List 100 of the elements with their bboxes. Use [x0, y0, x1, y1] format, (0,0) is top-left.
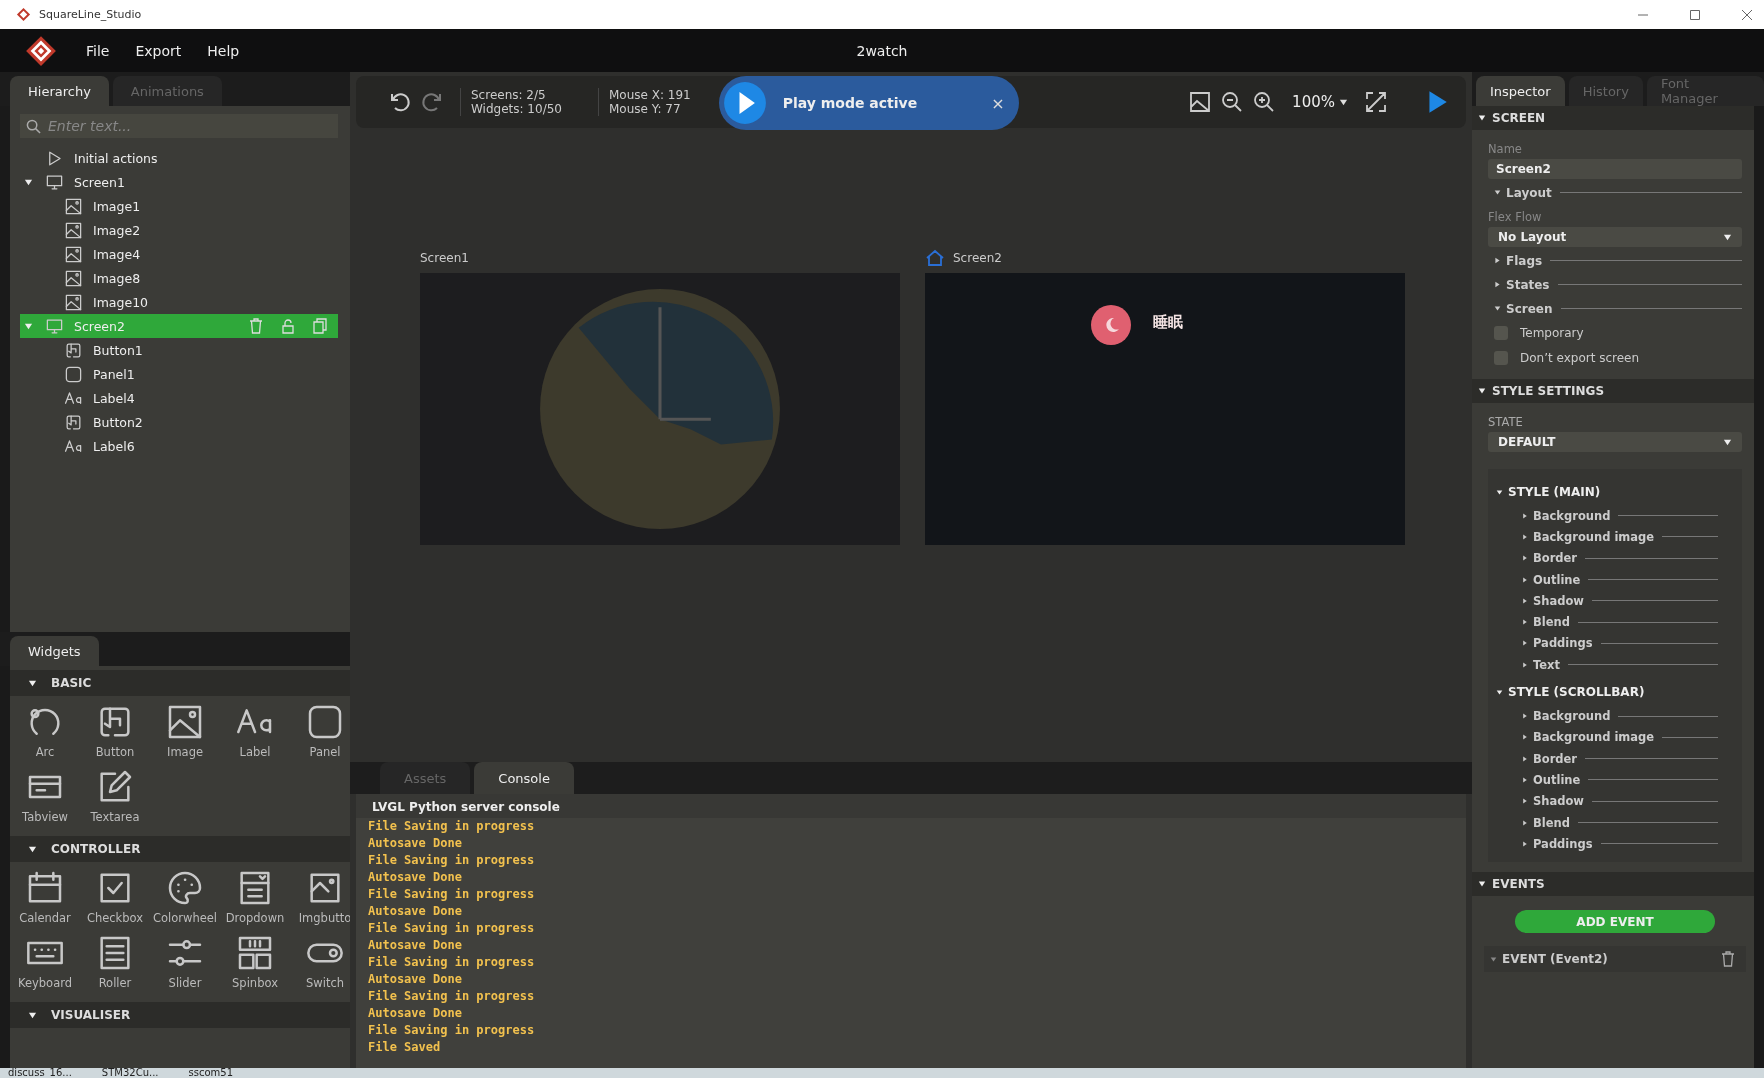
zoom-dropdown[interactable]: 100% — [1292, 93, 1348, 111]
style-property[interactable]: Blend — [1496, 611, 1718, 633]
tree-item[interactable]: Label6 — [20, 434, 338, 458]
console-line: File Saving in progress — [368, 818, 536, 835]
style-property[interactable]: Background image — [1496, 526, 1718, 548]
section-header[interactable]: STYLE SETTINGS — [1472, 379, 1754, 403]
widget-tile[interactable]: Spinbox — [224, 933, 286, 990]
image-icon — [64, 244, 83, 264]
group-header[interactable]: STYLE (MAIN) — [1496, 479, 1718, 505]
tree-item[interactable]: Image10 — [20, 290, 338, 314]
menu-item[interactable]: Export — [135, 42, 182, 59]
group-header[interactable]: Layout — [1488, 182, 1742, 203]
style-property[interactable]: Outline — [1496, 769, 1718, 791]
panel-tab[interactable]: Hierarchy — [10, 76, 109, 106]
menu-item[interactable]: File — [86, 42, 110, 59]
search-icon — [26, 119, 41, 134]
section-header[interactable]: CONTROLLER — [10, 836, 350, 862]
style-property[interactable]: Paddings — [1496, 833, 1718, 855]
checkbox[interactable] — [1494, 351, 1508, 365]
widget-tile[interactable]: Switch — [294, 933, 350, 990]
style-property[interactable]: Paddings — [1496, 632, 1718, 655]
close-icon[interactable] — [1742, 9, 1752, 20]
tree-item[interactable]: Button2 — [20, 410, 338, 434]
taskbar-item[interactable]: discuss_16... — [8, 1068, 72, 1078]
undo-icon[interactable] — [388, 90, 412, 114]
tree-item[interactable]: Label4 — [20, 386, 338, 410]
toast-close-button[interactable]: × — [991, 93, 1005, 113]
panel-tab[interactable]: Console — [474, 762, 574, 794]
widget-tile[interactable]: Arc — [14, 702, 76, 759]
expand-arrow-icon — [1522, 840, 1528, 847]
widget-tile[interactable]: Slider — [154, 933, 216, 990]
expand-arrow-icon — [1490, 955, 1497, 963]
section-header[interactable]: EVENTS — [1472, 872, 1754, 897]
tree-item[interactable]: Button1 — [20, 338, 338, 362]
widget-tile[interactable]: Textarea — [84, 767, 146, 824]
style-property[interactable]: Background — [1496, 705, 1718, 727]
widget-tile[interactable]: Tabview — [14, 767, 76, 824]
redo-icon[interactable] — [420, 90, 444, 114]
group-header[interactable]: STYLE (SCROLLBAR) — [1496, 679, 1718, 706]
style-property[interactable]: Shadow — [1496, 590, 1718, 612]
widget-tile[interactable]: Roller — [84, 933, 146, 990]
field-label: STATE — [1488, 415, 1524, 429]
expand-arrow-icon — [1494, 257, 1501, 264]
tree-item[interactable]: Panel1 — [20, 362, 338, 386]
taskbar-item[interactable]: sscom51 — [188, 1068, 234, 1078]
style-property[interactable]: Border — [1496, 547, 1718, 569]
console-line: Autosave Done — [368, 937, 463, 954]
flex-flow-dropdown[interactable]: No Layout — [1488, 227, 1742, 247]
style-property[interactable]: Background — [1496, 505, 1718, 527]
expand-arrow-icon — [1522, 597, 1528, 604]
fit-screen-icon[interactable] — [1364, 90, 1388, 114]
state-dropdown[interactable]: DEFAULT — [1488, 432, 1742, 452]
moon-button-icon[interactable] — [1091, 305, 1131, 345]
console-title: LVGL Python server console — [356, 794, 1466, 818]
screen-title: Screen1 — [420, 251, 469, 265]
tree-item[interactable]: Image4 — [20, 242, 338, 266]
widget-tile[interactable]: Label — [224, 702, 286, 759]
widget-tile[interactable]: Calendar — [14, 868, 76, 925]
event-row[interactable]: EVENT (Event2) — [1484, 946, 1746, 973]
style-property[interactable]: Outline — [1496, 568, 1718, 591]
section-header[interactable]: VISUALISER — [10, 1002, 350, 1028]
style-property[interactable]: Background image — [1496, 726, 1718, 748]
image-icon[interactable] — [1188, 90, 1213, 114]
style-property[interactable]: Blend — [1496, 811, 1718, 834]
tree-item[interactable]: Image2 — [20, 218, 338, 242]
console-line: File Saving in progress — [368, 920, 536, 937]
trash-icon[interactable] — [1720, 951, 1736, 968]
expand-arrow-icon — [1522, 555, 1528, 562]
section-header[interactable]: BASIC — [10, 670, 350, 696]
style-property[interactable]: Text — [1496, 654, 1718, 676]
expand-arrow-icon[interactable] — [24, 177, 33, 187]
widget-tile[interactable]: Colorwheel — [154, 868, 216, 925]
section-header[interactable]: SCREEN — [1472, 106, 1754, 130]
tree-item[interactable]: Initial actions — [20, 146, 338, 170]
widget-tile[interactable]: Dropdown — [224, 868, 286, 925]
name-field[interactable]: Screen2 — [1488, 159, 1742, 179]
tree-item[interactable]: Image1 — [20, 194, 338, 218]
maximize-icon[interactable] — [1690, 9, 1700, 20]
panel-tab[interactable]: Inspector — [1476, 76, 1565, 106]
tree-item[interactable]: Screen1 — [20, 170, 338, 194]
style-property[interactable]: Border — [1496, 747, 1718, 770]
checkbox[interactable] — [1494, 326, 1508, 340]
field-label: Name — [1488, 142, 1523, 156]
style-property[interactable]: Shadow — [1496, 790, 1718, 812]
group-header[interactable]: States — [1488, 274, 1742, 295]
tree-item[interactable]: Image8 — [20, 266, 338, 290]
group-header[interactable]: Screen — [1488, 298, 1742, 319]
widget-tile[interactable]: Checkbox — [84, 868, 146, 925]
widget-tile[interactable]: Imgbutto — [294, 868, 350, 925]
group-header[interactable]: Flags — [1488, 250, 1742, 271]
expand-arrow-icon — [1522, 640, 1528, 647]
search-field[interactable]: Enter text... — [20, 114, 338, 138]
widget-tile[interactable]: Panel — [294, 702, 350, 759]
panel-tab[interactable]: Widgets — [10, 636, 99, 666]
widget-tile[interactable]: Image — [154, 702, 216, 759]
menu-item[interactable]: Help — [207, 42, 240, 59]
widget-tile[interactable]: Button — [84, 702, 146, 759]
play-icon[interactable] — [722, 81, 767, 125]
taskbar-item[interactable]: STM32Cu... — [101, 1068, 159, 1078]
widget-tile[interactable]: Keyboard — [14, 933, 76, 990]
